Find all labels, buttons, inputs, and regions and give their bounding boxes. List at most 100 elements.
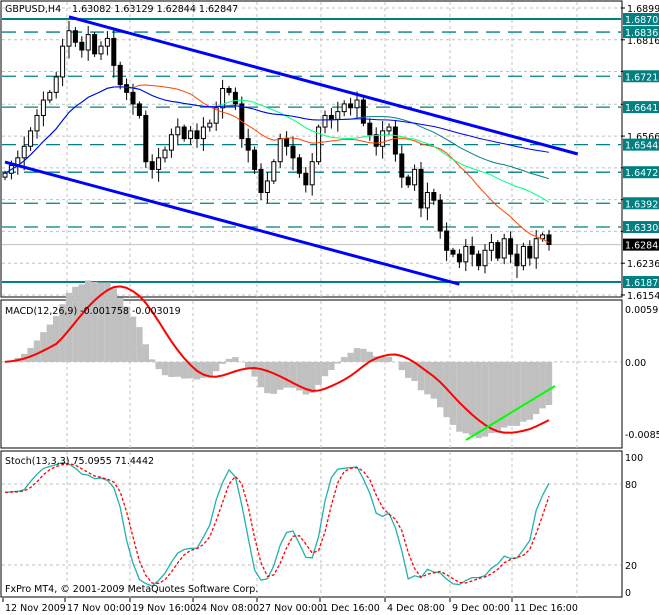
bear-candle <box>348 103 354 109</box>
macd-histogram-bar <box>53 316 60 362</box>
bear-candle <box>92 34 98 55</box>
macd-histogram-bar <box>232 357 239 362</box>
stoch-axis-label: 80 <box>625 480 637 491</box>
bull-candle <box>335 111 341 120</box>
macd-histogram-bar <box>283 361 290 388</box>
bull-candle <box>98 45 104 55</box>
macd-histogram-bar <box>513 361 521 426</box>
bull-candle <box>424 192 430 209</box>
time-axis-label: 9 Dec 00:00 <box>452 603 510 614</box>
moving-average-100 <box>4 86 550 174</box>
bull-candle <box>53 76 59 93</box>
macd-histogram-bar <box>110 288 117 362</box>
level-price-label: 1.65443 <box>625 141 659 152</box>
macd-histogram-bar <box>507 361 514 426</box>
level-price-label: 1.68365 <box>625 28 659 39</box>
bear-candle <box>418 168 424 209</box>
macd-histogram-bar <box>136 327 143 362</box>
macd-histogram-bar <box>46 324 53 362</box>
macd-histogram-bar <box>78 284 85 362</box>
stoch-axis-label: 100 <box>625 453 643 464</box>
macd-histogram-bar <box>360 348 367 362</box>
stoch-axis-label: 0 <box>625 588 631 599</box>
macd-histogram-bar <box>456 361 463 432</box>
bear-candle <box>232 91 238 105</box>
bull-candle <box>412 168 418 186</box>
stoch-pane-frame <box>0 450 623 598</box>
macd-histogram-bar <box>264 361 271 394</box>
bull-candle <box>200 126 206 140</box>
bull-candle <box>322 114 328 128</box>
bull-candle <box>309 161 315 186</box>
bull-candle <box>386 126 392 132</box>
macd-axis-label: 0.00591 <box>625 305 659 316</box>
chart-ohlc-label: 1.63082 1.63129 1.62844 1.62847 <box>72 4 238 15</box>
bear-candle <box>450 249 456 255</box>
time-axis-label: 17 Nov 00:00 <box>67 603 131 614</box>
bear-candle <box>130 91 136 105</box>
bull-candle <box>188 130 194 140</box>
bear-candle <box>392 126 398 155</box>
bull-candle <box>162 149 168 159</box>
bear-candle <box>360 99 366 124</box>
price-axis-label: 1.62365 <box>627 259 659 270</box>
price-axis-label: 1.61540 <box>627 291 659 302</box>
macd-histogram-bar <box>430 361 437 399</box>
stoch-header-label: Stoch(13,3,3) 75.0955 71.4442 <box>5 456 154 467</box>
bear-candle <box>367 122 373 136</box>
macd-histogram-bar <box>424 361 431 395</box>
macd-histogram-bar <box>526 361 533 420</box>
bear-candle <box>149 161 155 170</box>
bull-candle <box>341 103 347 113</box>
bull-candle <box>533 238 539 259</box>
bear-candle <box>194 130 200 140</box>
bull-candle <box>66 30 72 47</box>
level-price-label: 1.63921 <box>625 199 659 210</box>
macd-histogram-bar <box>520 361 527 422</box>
macd-histogram-bar <box>353 348 361 362</box>
macd-histogram-bar <box>40 332 47 362</box>
bear-candle <box>444 230 450 251</box>
macd-histogram-bar <box>475 361 482 439</box>
macd-histogram-bar <box>161 361 169 376</box>
bull-candle <box>380 130 386 147</box>
level-price-label: 1.63304 <box>625 223 659 234</box>
stoch-axis-label: 20 <box>625 561 637 572</box>
bull-candle <box>34 114 40 132</box>
bear-candle <box>399 153 405 178</box>
bull-candle <box>21 145 27 159</box>
macd-axis-label: -0.00850 <box>625 430 659 441</box>
bear-candle <box>111 37 117 66</box>
time-axis-label: 1 Dec 16:00 <box>322 603 380 614</box>
bear-candle <box>258 168 264 194</box>
bear-candle <box>290 145 296 159</box>
level-price-label: 1.61876 <box>625 278 659 289</box>
bear-candle <box>124 84 130 93</box>
bull-candle <box>85 34 91 51</box>
bear-candle <box>405 176 411 186</box>
macd-histogram-bar <box>462 361 469 434</box>
bull-candle <box>60 45 66 78</box>
macd-histogram-bar <box>181 361 188 379</box>
chart-symbol-label: GBPUSD,H4 <box>5 4 61 15</box>
macd-histogram-bar <box>91 281 98 362</box>
chart-canvas[interactable]: 1.689901.681651.656651.623651.615401.687… <box>0 0 659 615</box>
macd-histogram-bar <box>85 280 92 362</box>
moving-average-21 <box>4 84 550 244</box>
bear-candle <box>546 234 552 246</box>
time-axis-label: 11 Dec 16:00 <box>514 603 578 614</box>
macd-histogram-bar <box>321 361 329 377</box>
bull-candle <box>501 238 507 259</box>
macd-histogram-bar <box>174 361 181 377</box>
bull-candle <box>354 99 360 109</box>
macd-histogram-bar <box>309 361 316 393</box>
bear-candle <box>79 41 85 51</box>
bull-candle <box>168 134 174 151</box>
macd-histogram-bar <box>213 361 220 372</box>
level-price-label: 1.68705 <box>625 15 659 26</box>
bear-candle <box>431 192 437 201</box>
macd-histogram-bar <box>142 344 149 362</box>
macd-histogram-bar <box>385 356 393 362</box>
mt4-chart-window: 1.689901.681651.656651.623651.615401.687… <box>0 0 659 615</box>
macd-histogram-bar <box>104 282 111 362</box>
